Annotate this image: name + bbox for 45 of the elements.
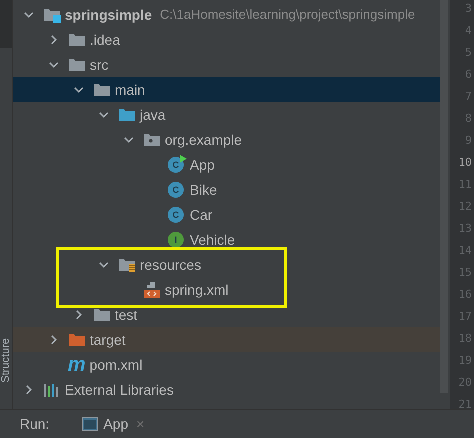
console-icon [82,417,98,431]
tree-item[interactable]: target [13,327,440,352]
interface-icon: I [168,232,184,248]
line-number: 10 [458,155,472,171]
run-label: Run: [20,416,50,432]
tab-label: App [104,416,128,432]
tree-item[interactable]: main [13,77,440,102]
tree-item[interactable]: resources [13,252,440,277]
class-icon: C [168,156,184,172]
xml-file-icon [143,280,161,298]
item-label: spring.xml [165,282,229,298]
item-label: org.example [165,132,242,148]
item-label: springsimple [65,6,152,22]
tree-item[interactable]: m pom.xml [13,352,440,377]
tree-item[interactable]: springsimple C:\1aHomesite\learning\project\springsimple [13,2,440,27]
tree-item[interactable]: C App [13,152,440,177]
item-label: pom.xml [90,356,143,372]
tree-item[interactable]: I Vehicle [13,227,440,252]
project-path: C:\1aHomesite\learning\project\springsimple [160,7,416,22]
item-label: External Libraries [65,382,174,398]
item-label: Bike [190,182,218,198]
item-label: Vehicle [190,232,236,248]
tree-item[interactable]: test [13,302,440,327]
tree-item[interactable]: .idea [13,27,440,52]
tree-item[interactable]: spring.xml [13,277,440,302]
item-label: Car [190,206,213,222]
class-icon: C [168,182,184,198]
class-icon: C [168,206,184,222]
tree-item[interactable]: src [13,52,440,77]
side-tab[interactable]: Structure [0,329,12,393]
item-label: java [140,106,166,122]
item-label: resources [140,256,202,272]
maven-icon: m [68,356,86,374]
item-label: main [115,82,146,98]
tree-item[interactable]: org.example [13,127,440,152]
item-label: target [90,332,126,348]
tree-item[interactable]: External Libraries [13,377,440,402]
tree-item[interactable]: C Bike [13,177,440,202]
tree-item[interactable]: C Car [13,202,440,227]
item-label: test [115,306,138,322]
item-label: src [90,56,109,72]
item-label: .idea [90,32,120,48]
tree-item[interactable]: java [13,102,440,127]
scrollbar-thumb[interactable] [440,0,448,393]
item-label: App [190,156,215,172]
